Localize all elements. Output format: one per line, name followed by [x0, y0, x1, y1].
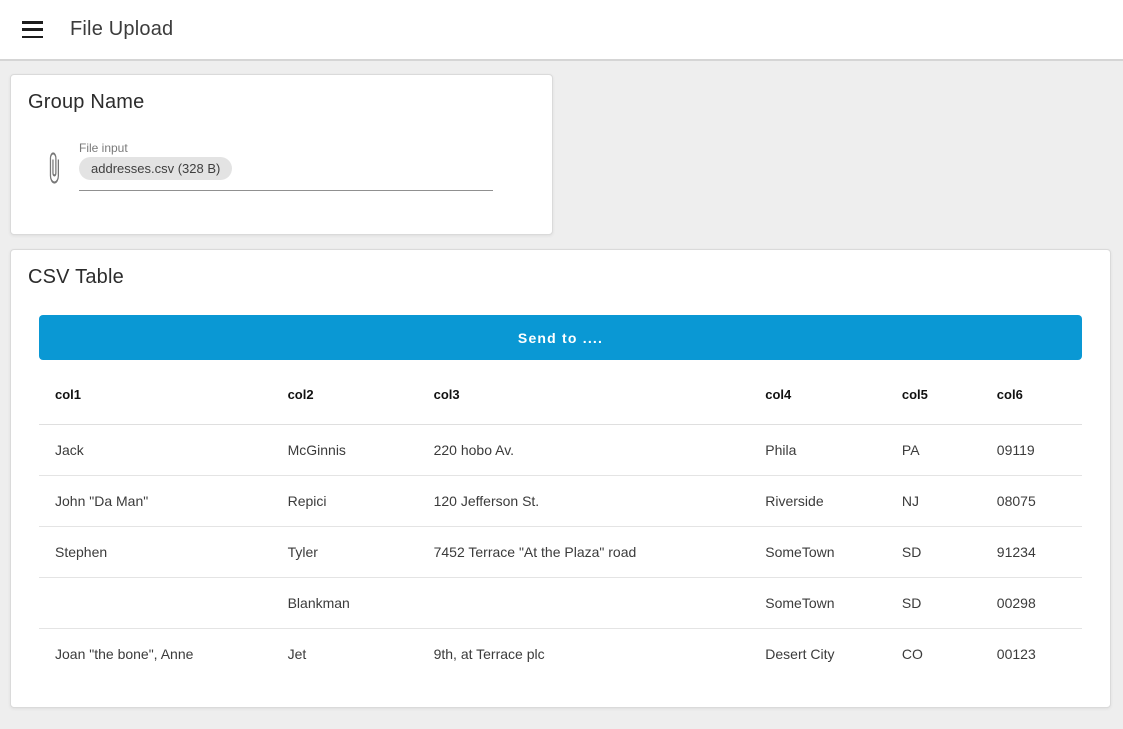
table-cell: 91234: [981, 526, 1082, 577]
table-cell: SD: [886, 526, 981, 577]
table-row: Joan "the bone", AnneJet9th, at Terrace …: [39, 628, 1082, 679]
page-title: File Upload: [70, 18, 173, 41]
column-header: col3: [418, 360, 750, 424]
table-cell: [39, 577, 272, 628]
app-bar: File Upload: [0, 0, 1123, 61]
column-header: col5: [886, 360, 981, 424]
table-cell: Jack: [39, 424, 272, 475]
table-cell: 00298: [981, 577, 1082, 628]
table-cell: 7452 Terrace "At the Plaza" road: [418, 526, 750, 577]
table-cell: [418, 577, 750, 628]
page-content: Group Name File input addresses.csv (328…: [0, 61, 1123, 708]
csv-table-card: CSV Table Send to .... col1col2col3col4c…: [10, 249, 1111, 708]
table-cell: 09119: [981, 424, 1082, 475]
table-cell: PA: [886, 424, 981, 475]
table-cell: 9th, at Terrace plc: [418, 628, 750, 679]
csv-table: col1col2col3col4col5col6 JackMcGinnis220…: [39, 360, 1082, 679]
table-cell: SomeTown: [749, 526, 886, 577]
file-chip[interactable]: addresses.csv (328 B): [79, 157, 232, 180]
column-header: col4: [749, 360, 886, 424]
table-cell: Phila: [749, 424, 886, 475]
table-wrapper: col1col2col3col4col5col6 JackMcGinnis220…: [39, 360, 1082, 679]
hamburger-bar: [22, 36, 43, 39]
table-cell: 08075: [981, 475, 1082, 526]
table-cell: Riverside: [749, 475, 886, 526]
column-header: col1: [39, 360, 272, 424]
table-row: John "Da Man"Repici120 Jefferson St.Rive…: [39, 475, 1082, 526]
table-cell: Jet: [272, 628, 418, 679]
table-cell: Tyler: [272, 526, 418, 577]
table-cell: Joan "the bone", Anne: [39, 628, 272, 679]
hamburger-bar: [22, 28, 43, 31]
table-header-row: col1col2col3col4col5col6: [39, 360, 1082, 424]
paperclip-icon[interactable]: [44, 151, 64, 185]
group-name-card-title: Group Name: [11, 75, 552, 114]
table-cell: Repici: [272, 475, 418, 526]
table-cell: Desert City: [749, 628, 886, 679]
table-row: JackMcGinnis220 hobo Av.PhilaPA09119: [39, 424, 1082, 475]
file-input-label: File input: [79, 141, 493, 155]
table-cell: John "Da Man": [39, 475, 272, 526]
hamburger-menu-icon[interactable]: [22, 21, 43, 38]
csv-table-card-title: CSV Table: [11, 250, 1110, 289]
table-row: StephenTyler7452 Terrace "At the Plaza" …: [39, 526, 1082, 577]
table-cell: 220 hobo Av.: [418, 424, 750, 475]
table-row: Blankman SomeTownSD00298: [39, 577, 1082, 628]
column-header: col6: [981, 360, 1082, 424]
column-header: col2: [272, 360, 418, 424]
table-cell: SomeTown: [749, 577, 886, 628]
table-cell: Blankman: [272, 577, 418, 628]
send-to-button[interactable]: Send to ....: [39, 315, 1082, 360]
table-cell: 00123: [981, 628, 1082, 679]
file-input-row: File input addresses.csv (328 B): [44, 141, 552, 191]
table-cell: 120 Jefferson St.: [418, 475, 750, 526]
file-input[interactable]: File input addresses.csv (328 B): [79, 141, 493, 191]
group-name-card: Group Name File input addresses.csv (328…: [10, 74, 553, 235]
hamburger-bar: [22, 21, 43, 24]
table-cell: NJ: [886, 475, 981, 526]
table-cell: SD: [886, 577, 981, 628]
table-cell: Stephen: [39, 526, 272, 577]
table-cell: CO: [886, 628, 981, 679]
table-cell: McGinnis: [272, 424, 418, 475]
